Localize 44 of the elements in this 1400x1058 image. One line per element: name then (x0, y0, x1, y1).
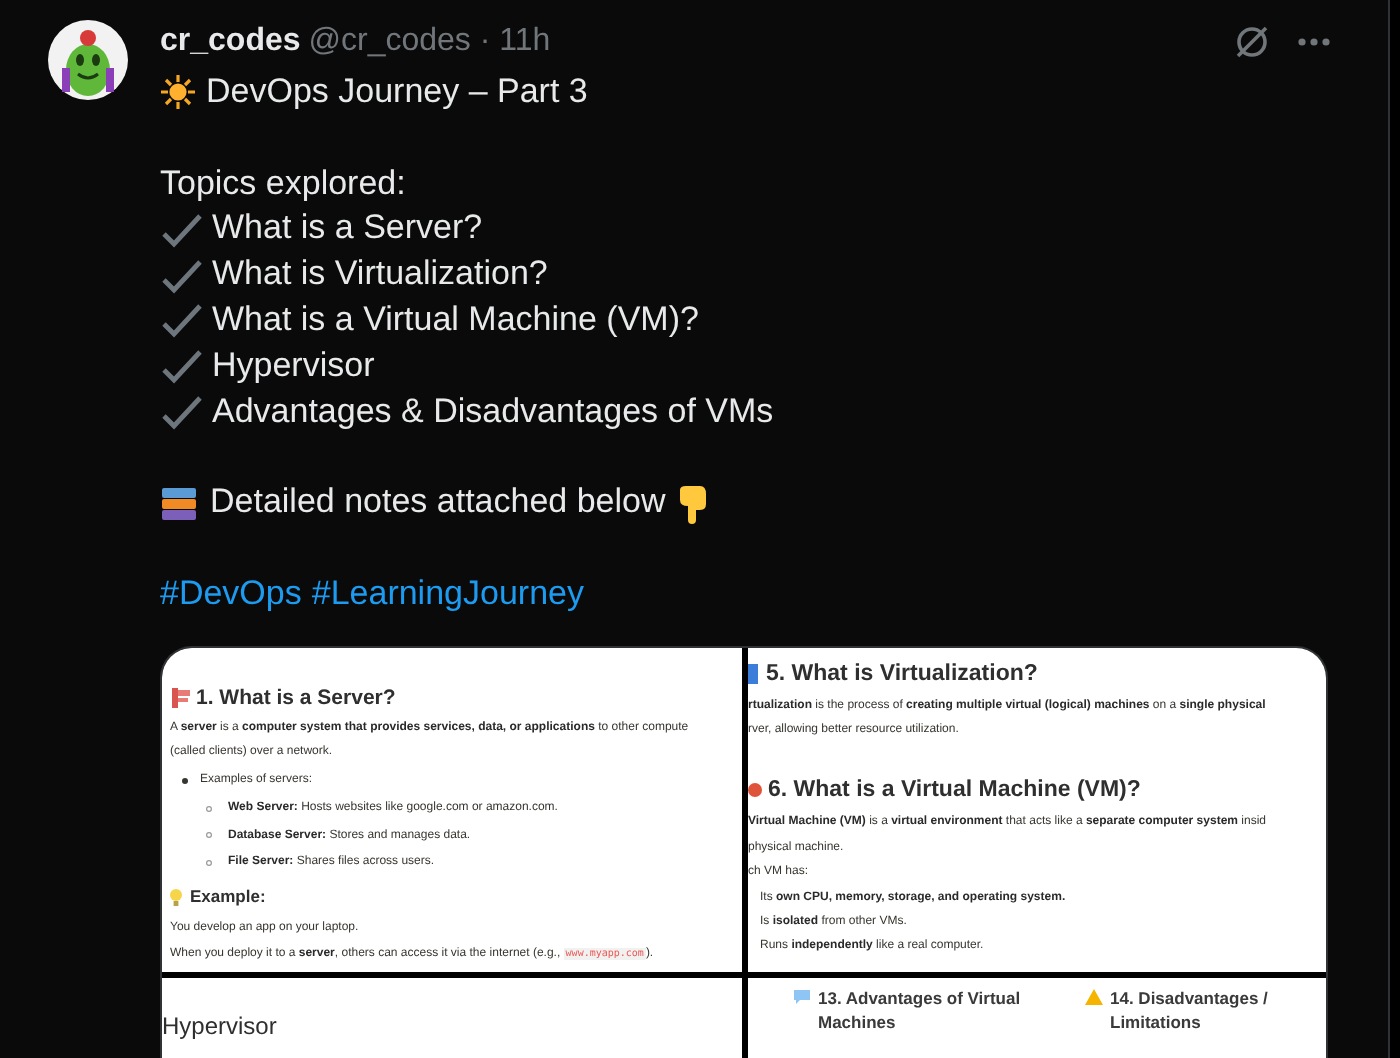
post-text: Topics explored: (160, 161, 406, 206)
doc-heading: 1. What is a Server? (196, 683, 396, 712)
check-icon (160, 211, 204, 248)
topic-item: What is a Virtual Machine (VM)? (212, 297, 699, 342)
pointing-down-hand-icon (675, 483, 712, 524)
cactus-character-avatar (48, 20, 128, 100)
warning-icon (1084, 987, 1104, 1006)
bar-icon (748, 662, 760, 685)
books-icon (160, 485, 200, 522)
doc-heading: 13. Advantages of Virtual Machines (818, 985, 1023, 1034)
more-icon[interactable] (1296, 36, 1332, 48)
doc-subheading: Example: (190, 884, 266, 909)
document-screenshot[interactable]: Hypervisor (162, 977, 742, 1058)
document-screenshot[interactable] (748, 647, 1326, 972)
bulb-icon (170, 887, 182, 906)
sun-icon (160, 74, 196, 111)
topic-item: What is a Server? (212, 206, 483, 251)
hashtag-link[interactable]: #LearningJourney (311, 571, 584, 618)
bullet-icon (182, 777, 188, 784)
hashtag-link[interactable]: #DevOps (160, 571, 302, 618)
post-text: Detailed notes attached below (210, 480, 666, 525)
document-screenshot[interactable]: 13. Advantages of Virtual Machines 14. Disadvantages / Limitations (748, 977, 1326, 1058)
document-screenshot[interactable] (162, 647, 742, 972)
post-title: DevOps Journey – Part 3 (206, 70, 588, 114)
bullet-icon (206, 832, 212, 839)
bullet-icon (206, 859, 212, 866)
speech-bubble-icon (792, 987, 812, 1006)
doc-heading: Hypervisor (162, 1009, 279, 1042)
bullet-icon (206, 805, 212, 812)
check-icon (160, 348, 204, 385)
topic-item: Advantages & Disadvantages of VMs (212, 389, 774, 434)
check-icon (160, 393, 204, 430)
topic-item: Hypervisor (212, 343, 375, 388)
doc-heading: 5. What is Virtualization? (766, 659, 1038, 688)
pin-icon (748, 779, 762, 802)
doc-heading: 14. Disadvantages / Limitations (1110, 985, 1270, 1034)
check-icon (160, 302, 204, 339)
slashed-circle-icon[interactable] (1232, 22, 1272, 62)
signpost-icon (170, 686, 190, 709)
author-name[interactable]: cr_codes (160, 24, 301, 60)
topic-item: What is Virtualization? (212, 252, 548, 297)
doc-heading: 6. What is a Virtual Machine (VM)? (768, 776, 1141, 805)
author-handle[interactable]: @cr_codes · 11h (308, 24, 551, 60)
check-icon (160, 257, 204, 294)
